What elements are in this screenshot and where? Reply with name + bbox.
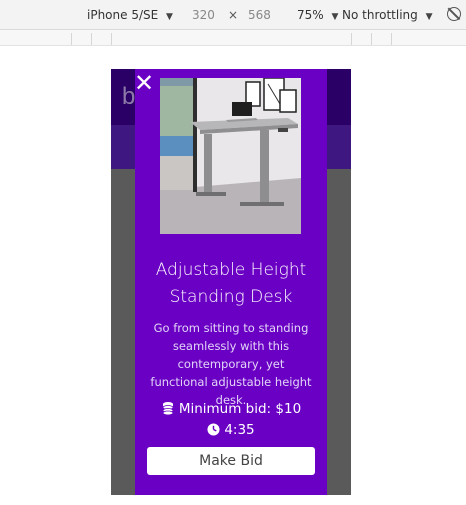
throttle-value: No throttling — [342, 8, 418, 22]
product-description: Go from sitting to standing seamlessly w… — [150, 321, 312, 407]
zoom-caret-icon: ▼ — [331, 12, 339, 22]
product-modal: ✕ Adjustable Height Standing Desk Go fro… — [132, 69, 327, 495]
throttle-caret-icon: ▼ — [425, 12, 433, 22]
device-select[interactable]: iPhone 5/SE ▼ — [87, 8, 173, 22]
device-viewport: b ✕ Adjustable Height Standing Desk Go f… — [111, 69, 351, 495]
close-icon[interactable]: ✕ — [132, 71, 156, 95]
auction-timer: 4:35 — [135, 420, 327, 440]
minimum-bid: Minimum bid: $10 — [135, 399, 327, 419]
viewport-height-field[interactable]: 568 — [248, 8, 271, 22]
throttle-select[interactable]: No throttling ▼ — [342, 8, 433, 22]
zoom-value: 75% — [297, 8, 324, 22]
ruler-tick — [391, 33, 392, 45]
product-image — [160, 78, 301, 234]
zoom-select[interactable]: 75% ▼ — [297, 8, 338, 22]
ruler-tick — [371, 33, 372, 45]
ruler-tick — [111, 33, 112, 45]
make-bid-button[interactable]: Make Bid — [147, 447, 315, 475]
coins-icon — [162, 402, 174, 415]
device-name: iPhone 5/SE — [87, 8, 159, 22]
time-remaining: 4:35 — [224, 422, 255, 438]
viewport-width-field[interactable]: 320 — [192, 8, 215, 22]
ruler-tick — [91, 33, 92, 45]
minimum-bid-text: Minimum bid: $10 — [178, 401, 302, 417]
devtools-device-toolbar: iPhone 5/SE ▼ 320 × 568 75% ▼ No throttl… — [0, 0, 466, 30]
desk-photo — [160, 78, 301, 234]
media-query-ruler — [0, 30, 466, 46]
device-caret-icon: ▼ — [166, 12, 173, 22]
dimension-separator: × — [228, 8, 239, 22]
clock-icon — [207, 423, 220, 436]
ruler-tick — [71, 33, 72, 45]
product-title: Adjustable Height Standing Desk — [155, 260, 307, 307]
ruler-tick — [351, 33, 352, 45]
rotate-icon[interactable] — [447, 7, 461, 21]
